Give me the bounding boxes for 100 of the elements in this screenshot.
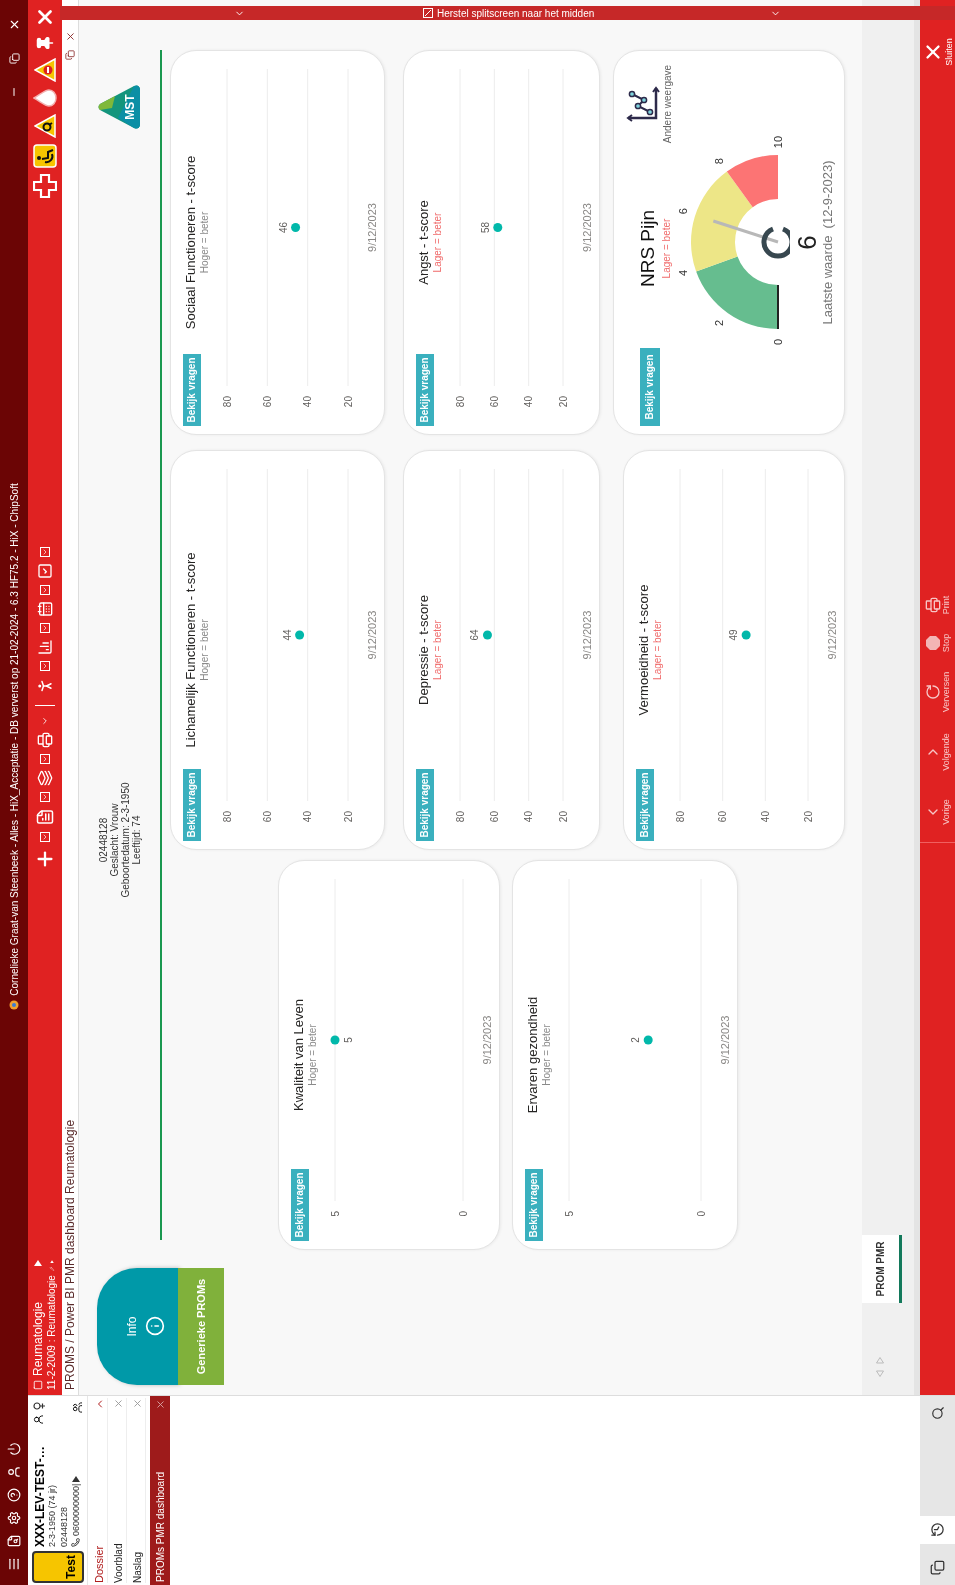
open-tab[interactable]: PROMs PMR dashboard — [150, 1396, 170, 1585]
axis-tick-label: 20 — [342, 811, 354, 823]
calendar-icon[interactable] — [37, 601, 53, 617]
file-search-icon[interactable] — [7, 1534, 21, 1548]
accessibility-icon[interactable] — [33, 144, 57, 168]
history-button[interactable] — [920, 1516, 955, 1544]
view-questions-button[interactable]: Bekijk vragen — [525, 1169, 543, 1241]
action-button[interactable]: Vorige — [920, 782, 955, 842]
female-symbol-icon — [32, 1402, 45, 1410]
date-label: 9/12/2023 — [365, 610, 378, 660]
axis-tick-label: 80 — [221, 811, 233, 823]
settings-icon[interactable] — [7, 1511, 21, 1525]
page-tab[interactable]: PROM PMR — [862, 1235, 902, 1303]
help-icon[interactable] — [7, 1488, 21, 1502]
menu-icon[interactable] — [7, 1557, 21, 1571]
nav-item[interactable]: Dossier — [92, 1398, 108, 1583]
card-title: Ervaren gezondheid — [525, 996, 541, 1114]
action-button[interactable]: Print — [920, 586, 955, 624]
restore-icon[interactable] — [8, 53, 20, 64]
patient-info-line: Leeftijd: 74 — [130, 815, 142, 865]
copy-icon[interactable] — [930, 1560, 945, 1575]
layers-icon[interactable] — [37, 770, 53, 786]
view-questions-button[interactable]: Bekijk vragen — [183, 769, 201, 841]
dropdown-icon[interactable] — [40, 585, 50, 595]
episode-label: 11-2-2009 : Reumatologie — [45, 1275, 58, 1390]
axis-tick-label: 20 — [557, 811, 569, 823]
generic-proms-button[interactable]: Generieke PROMs — [178, 1268, 224, 1385]
axis-tick-label: 80 — [454, 396, 466, 408]
axis-tick-label: 40 — [522, 811, 534, 823]
axis-tick-label: 20 — [802, 811, 814, 823]
patient-info-line: Geboortedatum: 2-3-1950 — [119, 782, 131, 898]
dropdown-icon[interactable] — [40, 547, 50, 557]
view-questions-button[interactable]: Bekijk vragen — [291, 1169, 309, 1241]
document-icon[interactable] — [36, 808, 54, 826]
axis-tick-label: 60 — [488, 396, 500, 408]
data-label: 46 — [277, 221, 289, 234]
view-questions-button[interactable]: Bekijk vragen — [416, 354, 434, 426]
gauge-tick-label: 10 — [772, 136, 784, 149]
dropdown-icon[interactable] — [40, 623, 50, 633]
card-title: Lichamelijk Functioneren - t-score — [183, 552, 199, 748]
drop-icon[interactable] — [33, 88, 57, 108]
axis-tick-label: 80 — [454, 811, 466, 823]
action-button[interactable]: Verversen — [920, 662, 955, 722]
patient-birth-date: 2-3-1950 (74 jr) — [45, 1483, 58, 1547]
info-icon[interactable] — [144, 1316, 165, 1337]
view-questions-button[interactable]: Bekijk vragen — [640, 348, 660, 426]
printer-icon — [924, 597, 941, 613]
restore-icon[interactable] — [65, 50, 75, 60]
dropdown-icon[interactable] — [40, 832, 50, 842]
dropdown-icon[interactable] — [40, 792, 50, 802]
card-title: Sociaal Functioneren - t-score — [183, 155, 199, 330]
date-label: 9/12/2023 — [580, 203, 593, 252]
date-label: 9/12/2023 — [365, 203, 378, 252]
view-questions-button[interactable]: Bekijk vragen — [636, 769, 654, 841]
info-label[interactable]: Info — [122, 1316, 141, 1337]
close-icon[interactable] — [64, 31, 76, 42]
data-label: 44 — [281, 629, 293, 641]
data-label: 49 — [727, 629, 739, 641]
history-icon — [930, 1522, 945, 1538]
line-chart-icon[interactable] — [626, 86, 660, 122]
splitscreen-label[interactable]: Herstel splitscreen naar het midden — [437, 5, 595, 21]
patient-info-line: Geslacht: Vrouw — [108, 803, 120, 877]
checklist-icon[interactable] — [37, 563, 53, 579]
gauge-title: NRS Pijn — [638, 209, 657, 288]
axis-tick-label: 20 — [342, 396, 354, 408]
printer-icon[interactable] — [37, 732, 53, 748]
date-label: 9/12/2023 — [580, 610, 593, 660]
card-subtitle: Lager = beter — [432, 620, 445, 680]
no-entry-warning-icon[interactable] — [34, 58, 56, 82]
alternate-view-label[interactable]: Andere weergave — [660, 64, 675, 144]
data-label: 64 — [469, 629, 481, 641]
data-label: 58 — [479, 221, 491, 234]
view-questions-button[interactable]: Bekijk vragen — [416, 769, 434, 841]
close-button[interactable]: Sluiten — [920, 32, 955, 72]
action-button[interactable]: Volgende — [920, 722, 955, 782]
dropdown-icon[interactable] — [40, 754, 50, 764]
view-questions-button[interactable]: Bekijk vragen — [183, 354, 201, 426]
nav-item[interactable]: Naslag — [130, 1398, 146, 1583]
logo: MST — [97, 84, 142, 130]
power-icon[interactable] — [7, 1442, 21, 1456]
search-icon[interactable] — [930, 1406, 945, 1420]
user-icon[interactable] — [7, 1465, 21, 1479]
data-label: 5 — [342, 1037, 354, 1043]
stop-sign-icon — [924, 635, 941, 651]
department-label: Reumatologie — [31, 1301, 45, 1376]
gauge-subtitle: Lager = beter — [661, 218, 673, 279]
chart-icon[interactable] — [37, 639, 53, 655]
dropdown-icon[interactable] — [40, 661, 50, 671]
action-button[interactable]: Stop — [920, 624, 955, 662]
axis-tick-label: 5 — [329, 1211, 341, 1217]
medical-cross-icon[interactable] — [33, 174, 57, 198]
nav-item[interactable]: Voorblad — [111, 1398, 127, 1583]
warning-triangle-icon[interactable] — [34, 114, 56, 138]
split-screen-icon[interactable] — [423, 8, 433, 18]
card-subtitle: Lager = beter — [432, 212, 445, 273]
user-icon — [33, 1414, 44, 1425]
card-subtitle: Hoger = beter — [307, 1024, 320, 1086]
axis-tick-label: 40 — [301, 396, 313, 408]
dropdown-icon[interactable] — [40, 716, 50, 726]
pin-icon[interactable] — [36, 34, 54, 52]
